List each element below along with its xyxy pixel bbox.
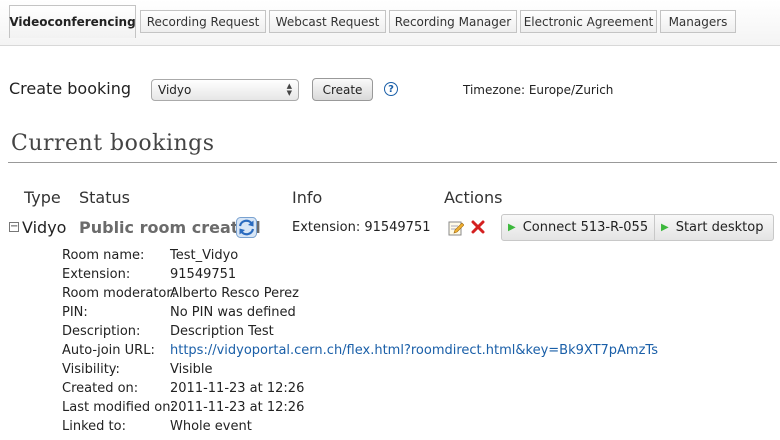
detail-value: 2011-11-23 at 12:26 — [170, 400, 305, 415]
column-header-info: Info — [292, 188, 323, 207]
timezone-label: Timezone: Europe/Zurich — [463, 83, 614, 97]
start-desktop-button-label: Start desktop — [675, 220, 764, 235]
booking-status: Public room created — [79, 218, 261, 237]
column-header-type: Type — [24, 188, 61, 207]
detail-key: Room name: — [62, 248, 145, 263]
tab-electronic-agreement[interactable]: Electronic Agreement — [520, 10, 657, 33]
detail-value: Description Test — [170, 324, 274, 339]
detail-value: 91549751 — [170, 267, 237, 282]
detail-value: No PIN was defined — [170, 305, 296, 320]
detail-key: PIN: — [62, 305, 88, 320]
tab-managers[interactable]: Managers — [660, 10, 736, 33]
detail-key: Linked to: — [62, 419, 126, 434]
select-arrows-icon: ▲ ▼ — [286, 82, 292, 97]
tab-recording-request[interactable]: Recording Request — [140, 10, 266, 33]
column-header-actions: Actions — [444, 188, 503, 207]
create-booking-label: Create booking — [9, 79, 131, 98]
booking-action-buttons: ▶ Connect 513-R-055 ▶ Start desktop — [501, 214, 774, 241]
tab-recording-manager[interactable]: Recording Manager — [389, 10, 517, 33]
detail-key: Description: — [62, 324, 141, 339]
detail-value: 2011-11-23 at 12:26 — [170, 381, 305, 396]
help-icon[interactable]: ? — [384, 82, 398, 96]
connect-button-label: Connect 513-R-055 — [522, 220, 649, 235]
detail-key: Last modified on: — [62, 400, 175, 415]
connect-button[interactable]: ▶ Connect 513-R-055 — [502, 215, 655, 240]
detail-key: Extension: — [62, 267, 131, 282]
create-button[interactable]: Create — [312, 78, 373, 101]
booking-info: Extension: 91549751 — [292, 220, 431, 235]
delete-icon[interactable] — [471, 220, 485, 234]
detail-key: Created on: — [62, 381, 139, 396]
detail-key: Room moderator: — [62, 286, 176, 301]
plugin-select-value: Vidyo — [158, 83, 192, 97]
auto-join-url-link[interactable]: https://vidyoportal.cern.ch/flex.html?ro… — [170, 343, 658, 358]
booking-type: Vidyo — [22, 218, 67, 237]
section-divider — [8, 162, 777, 163]
start-desktop-button[interactable]: ▶ Start desktop — [655, 215, 773, 240]
column-header-status: Status — [79, 188, 130, 207]
detail-key: Auto-join URL: — [62, 343, 155, 358]
tab-webcast-request[interactable]: Webcast Request — [269, 10, 386, 33]
collapse-icon[interactable]: − — [9, 222, 19, 232]
refresh-icon[interactable] — [236, 217, 257, 238]
detail-value: Alberto Resco Perez — [170, 286, 299, 301]
play-icon: ▶ — [508, 222, 516, 233]
edit-icon[interactable] — [448, 220, 464, 236]
detail-value: Visible — [170, 362, 213, 377]
play-icon: ▶ — [661, 222, 669, 233]
detail-key: Visibility: — [62, 362, 120, 377]
detail-value: Whole event — [170, 419, 252, 434]
tab-videoconferencing[interactable]: Videoconferencing — [9, 5, 136, 38]
detail-value: Test_Vidyo — [170, 248, 239, 263]
tab-bar: Videoconferencing Recording Request Webc… — [0, 0, 780, 46]
plugin-select[interactable]: Vidyo ▲ ▼ — [151, 79, 299, 101]
page-title: Current bookings — [11, 131, 215, 156]
